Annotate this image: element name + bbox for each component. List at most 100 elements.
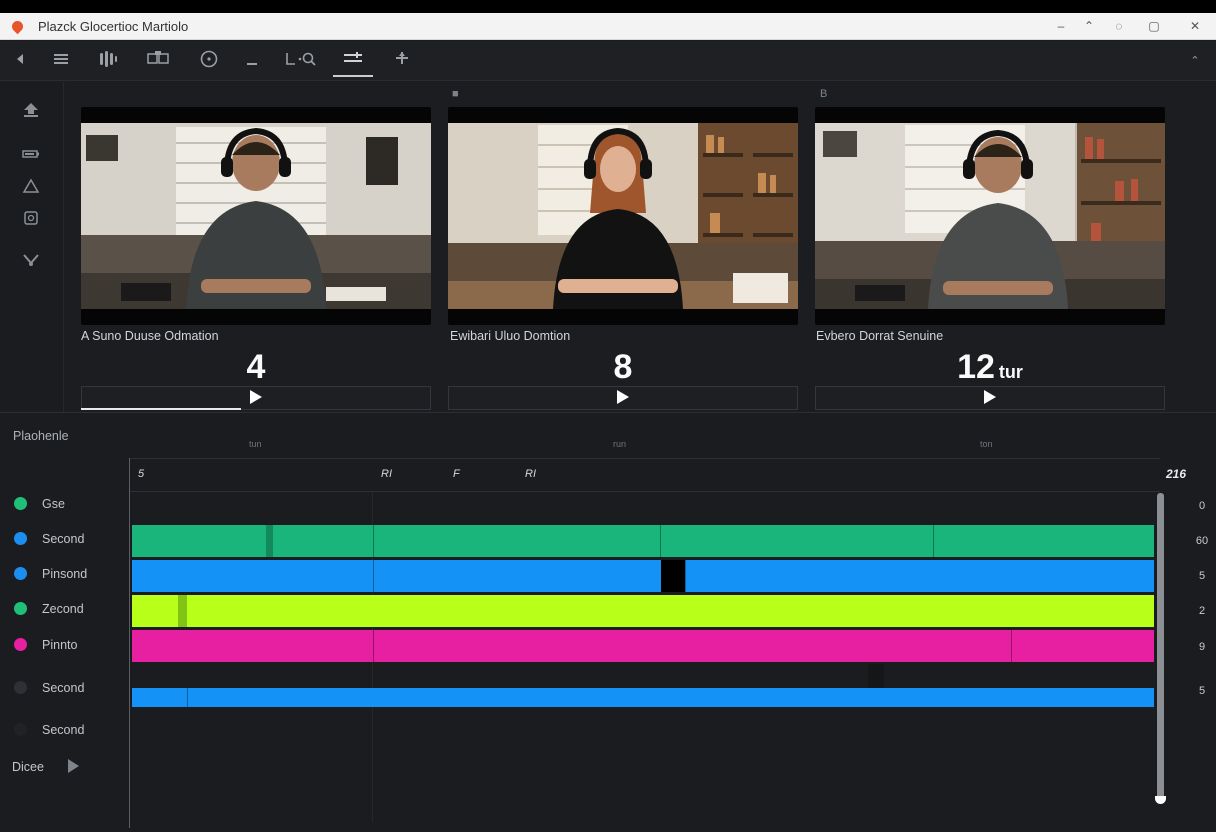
track-label[interactable]: Pinsond bbox=[14, 567, 87, 581]
active-tool-underline bbox=[333, 75, 373, 77]
video-frame-image bbox=[815, 123, 1165, 309]
panel-mark: ■ bbox=[452, 88, 459, 100]
video-frame-image bbox=[448, 123, 798, 309]
duration-number: 12 tur bbox=[957, 348, 1023, 386]
clip[interactable] bbox=[187, 688, 1154, 707]
track-value: 0 bbox=[1198, 500, 1206, 512]
track-value: 9 bbox=[1198, 641, 1206, 653]
clip[interactable] bbox=[373, 560, 661, 592]
clip-track-3[interactable] bbox=[132, 595, 1154, 627]
track-color-dot bbox=[14, 602, 27, 615]
top-black-strip bbox=[0, 0, 1216, 13]
track-label[interactable]: Gse bbox=[14, 497, 65, 511]
playback-progress bbox=[81, 408, 241, 410]
track-color-dot bbox=[14, 532, 27, 545]
clip-icon[interactable] bbox=[18, 210, 44, 232]
ruler-tick: RI bbox=[525, 468, 536, 480]
ruler-label: run bbox=[613, 439, 627, 449]
panel-caption: A Suno Duuse Odmation bbox=[81, 329, 219, 343]
track-color-dot bbox=[14, 497, 27, 510]
video-thumbnail-2[interactable] bbox=[448, 107, 798, 325]
footer-label: Dicee bbox=[12, 760, 44, 774]
clip-marker[interactable] bbox=[266, 525, 273, 557]
clip-marker[interactable] bbox=[178, 595, 187, 627]
clip[interactable] bbox=[132, 560, 373, 592]
play-icon[interactable] bbox=[980, 389, 998, 407]
video-thumbnail-1[interactable] bbox=[81, 107, 431, 325]
clip-track-5[interactable] bbox=[132, 688, 1154, 707]
minimize-button[interactable]: – bbox=[1050, 17, 1072, 35]
clip[interactable] bbox=[373, 630, 1011, 662]
window-title: Plazck Glocertioc Martiolo bbox=[38, 19, 189, 34]
play-icon[interactable] bbox=[66, 758, 80, 778]
track-label[interactable]: Second bbox=[14, 723, 84, 737]
track-label[interactable]: Zecond bbox=[14, 602, 84, 616]
battery-icon[interactable] bbox=[18, 144, 44, 166]
playhead[interactable] bbox=[129, 458, 130, 828]
track-label[interactable]: Pinnto bbox=[14, 638, 77, 652]
clip[interactable] bbox=[933, 525, 1154, 557]
upload-icon[interactable] bbox=[18, 102, 44, 124]
expand-icon[interactable]: ⌃ bbox=[1182, 50, 1208, 72]
add-icon[interactable] bbox=[389, 50, 415, 72]
timeline-end-label: 216 bbox=[1166, 467, 1187, 481]
clip[interactable] bbox=[132, 525, 373, 557]
track-color-dot bbox=[14, 723, 27, 736]
ruler-label: tun bbox=[249, 439, 262, 449]
track-color-dot bbox=[14, 638, 27, 651]
track-color-dot bbox=[14, 681, 27, 694]
left-sidebar bbox=[0, 82, 64, 412]
collapse-button[interactable]: ⌃ bbox=[1078, 17, 1100, 35]
timeline-ruler[interactable] bbox=[130, 458, 1160, 492]
panel-mark: B bbox=[820, 88, 828, 100]
minus-icon[interactable] bbox=[239, 50, 265, 72]
play-icon[interactable] bbox=[246, 389, 264, 407]
clip[interactable] bbox=[132, 595, 1154, 627]
panel-caption: Evbero Dorrat Senuine bbox=[816, 329, 944, 343]
track-value: 5 bbox=[1198, 685, 1206, 697]
gap[interactable] bbox=[661, 560, 685, 592]
video-frame-image bbox=[81, 123, 431, 309]
clip[interactable] bbox=[132, 630, 373, 662]
record-button[interactable]: ◌ bbox=[1108, 17, 1130, 35]
menu-icon[interactable] bbox=[48, 50, 74, 72]
scissors-icon[interactable] bbox=[18, 252, 44, 274]
clip[interactable] bbox=[373, 525, 660, 557]
play-icon[interactable] bbox=[613, 389, 631, 407]
clip-track-1[interactable] bbox=[132, 525, 1154, 557]
clip[interactable] bbox=[660, 525, 933, 557]
video-thumbnail-3[interactable] bbox=[815, 107, 1165, 325]
close-button[interactable]: ✕ bbox=[1184, 17, 1206, 35]
ruler-tick: 5 bbox=[138, 468, 145, 480]
ruler-tick: RI bbox=[381, 468, 392, 480]
clock-icon[interactable] bbox=[196, 50, 222, 72]
duration-number: 4 bbox=[246, 348, 266, 386]
clip-track-4[interactable] bbox=[132, 630, 1154, 662]
track-label[interactable]: Second bbox=[14, 532, 84, 546]
maximize-button[interactable]: ▢ bbox=[1143, 17, 1165, 35]
toolbar: ⌃ bbox=[0, 41, 1216, 81]
clip[interactable] bbox=[685, 560, 1154, 592]
triangle-icon[interactable] bbox=[18, 178, 44, 200]
clip-track-2[interactable] bbox=[132, 560, 1154, 592]
video-frame bbox=[815, 123, 1165, 309]
track-value: 60 bbox=[1195, 535, 1209, 547]
align-icon[interactable] bbox=[340, 50, 366, 72]
clip[interactable] bbox=[1011, 630, 1154, 662]
clip[interactable] bbox=[132, 688, 187, 707]
video-frame bbox=[81, 123, 431, 309]
timeline-scrollbar[interactable] bbox=[1157, 493, 1164, 799]
ruler-label: ton bbox=[980, 439, 993, 449]
duration-number: 8 bbox=[613, 348, 633, 386]
track-value: 2 bbox=[1198, 605, 1206, 617]
search-icon[interactable] bbox=[283, 50, 319, 72]
back-icon[interactable] bbox=[8, 50, 34, 72]
video-frame bbox=[448, 123, 798, 309]
track-value: 5 bbox=[1198, 570, 1206, 582]
track-label[interactable]: Second bbox=[14, 681, 84, 695]
app-logo-icon bbox=[9, 18, 26, 35]
audio-waveform-icon[interactable] bbox=[95, 50, 121, 72]
clip-shadow bbox=[868, 664, 884, 688]
split-icon[interactable] bbox=[145, 50, 171, 72]
title-bar: Plazck Glocertioc Martiolo – ⌃ ◌ ▢ ✕ bbox=[0, 13, 1216, 40]
